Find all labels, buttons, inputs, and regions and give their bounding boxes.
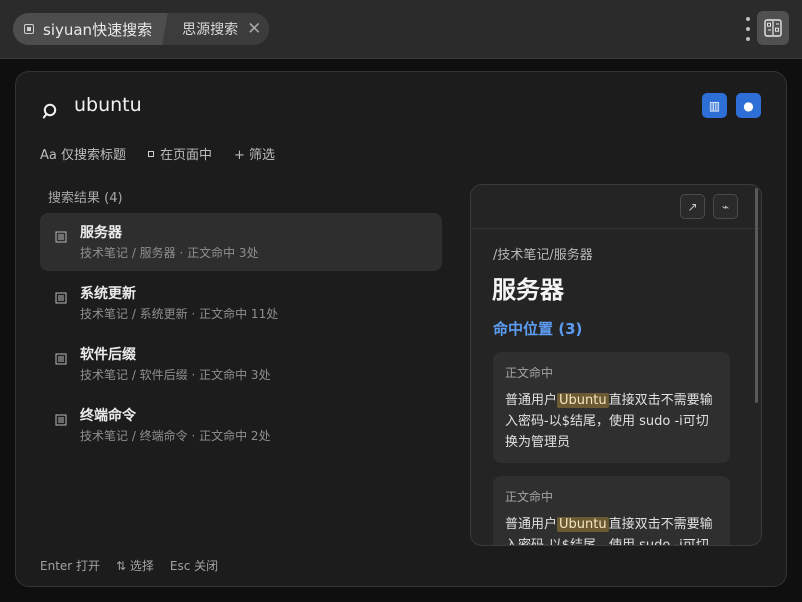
document-icon xyxy=(55,292,67,304)
hit-card[interactable]: 正文命中 普通用户 Ubuntu 直接双击不需要输入密码-以$结尾，使用 sudo … xyxy=(493,352,730,463)
result-item[interactable]: 服务器 技术笔记 / 服务器 · 正文命中 3处 xyxy=(40,213,442,271)
preview-scrollbar[interactable] xyxy=(755,188,758,403)
tab-siyuan-search[interactable]: 思源搜索 ✕ xyxy=(170,13,270,45)
hit-label: 正文命中 xyxy=(505,490,554,504)
highlight: Ubuntu xyxy=(557,393,609,408)
document-icon xyxy=(55,353,67,365)
pin-icon: ⌁ xyxy=(721,199,730,214)
search-panel: ubuntu ▥ ● Aa 仅搜索标题 在页面中 + 筛选 搜索结果 (4) 服… xyxy=(15,71,787,587)
result-path: 技术笔记 / 系统更新 · 正文命中 11处 xyxy=(80,307,279,321)
pin-button[interactable]: ⌁ xyxy=(713,194,738,219)
title-only-toggle[interactable]: Aa 仅搜索标题 xyxy=(40,144,126,163)
keyboard-hints: Enter 打开 ⇅ 选择 Esc 关闭 xyxy=(40,557,218,574)
select-hint: ⇅ 选择 xyxy=(116,559,154,573)
hit-card[interactable]: 正文命中 普通用户 Ubuntu 直接双击不需要输入密码-以$结尾，使用 sudo … xyxy=(493,476,730,546)
title-bar: siyuan快速搜索 思源搜索 ✕ xyxy=(0,0,802,59)
result-title: 软件后缀 xyxy=(80,347,136,363)
result-title: 终端命令 xyxy=(80,408,136,424)
result-item[interactable]: 系统更新 技术笔记 / 系统更新 · 正文命中 11处 xyxy=(40,274,442,332)
more-options-icon[interactable] xyxy=(744,17,752,41)
dot-icon: ● xyxy=(743,98,754,113)
columns-icon xyxy=(764,19,782,37)
document-icon xyxy=(55,231,67,243)
layout-toggle-button[interactable] xyxy=(757,11,789,45)
app-icon xyxy=(24,24,34,34)
enter-hint: Enter 打开 xyxy=(40,559,101,573)
close-icon[interactable]: ✕ xyxy=(247,20,261,38)
open-external-button[interactable]: ↗ xyxy=(680,194,705,219)
grid-icon: ▥ xyxy=(708,98,721,113)
tab-strip: siyuan快速搜索 思源搜索 ✕ xyxy=(13,13,270,45)
preview-title: 服务器 xyxy=(492,276,564,304)
checkbox-icon xyxy=(148,151,154,157)
results-header: 搜索结果 (4) xyxy=(48,191,123,206)
hit-text: 普通用户 Ubuntu 直接双击不需要输入密码-以$结尾，使用 sudo -i可切 xyxy=(505,517,713,546)
search-options: Aa 仅搜索标题 在页面中 + 筛选 xyxy=(40,144,275,163)
preview-toolbar: ↗ ⌁ xyxy=(471,185,761,229)
result-title: 服务器 xyxy=(80,225,122,241)
preview-pane: ↗ ⌁ /技术笔记/服务器 服务器 命中位置 (3) 正文命中 普通用户 Ubun… xyxy=(470,184,762,546)
result-path: 技术笔记 / 终端命令 · 正文命中 2处 xyxy=(80,429,271,443)
in-page-toggle[interactable]: 在页面中 xyxy=(148,144,212,163)
filter-button[interactable]: + 筛选 xyxy=(234,144,275,163)
tab-label: 思源搜索 xyxy=(182,22,239,38)
layout-grid-button[interactable]: ▥ xyxy=(702,93,727,118)
result-path: 技术笔记 / 服务器 · 正文命中 3处 xyxy=(80,246,259,260)
hit-count: 命中位置 (3) xyxy=(493,320,583,338)
document-icon xyxy=(55,414,67,426)
search-icon xyxy=(42,103,57,119)
tab-separator xyxy=(160,13,171,45)
preview-path: /技术笔记/服务器 xyxy=(493,248,593,263)
result-title: 系统更新 xyxy=(80,286,136,302)
highlight: Ubuntu xyxy=(557,517,609,532)
hit-text: 普通用户 Ubuntu 直接双击不需要输入密码-以$结尾，使用 sudo -i可切换… xyxy=(505,393,713,450)
tab-siyuan-quick-search[interactable]: siyuan快速搜索 xyxy=(13,13,161,45)
esc-hint: Esc 关闭 xyxy=(169,559,219,573)
result-item[interactable]: 终端命令 技术笔记 / 终端命令 · 正文命中 2处 xyxy=(40,396,442,454)
tab-label: siyuan快速搜索 xyxy=(43,20,153,39)
search-input[interactable]: ubuntu xyxy=(74,94,142,116)
toggle-dot-button[interactable]: ● xyxy=(736,93,761,118)
hit-label: 正文命中 xyxy=(505,366,554,380)
result-item[interactable]: 软件后缀 技术笔记 / 软件后缀 · 正文命中 3处 xyxy=(40,335,442,393)
result-path: 技术笔记 / 软件后缀 · 正文命中 3处 xyxy=(80,368,271,382)
arrow-up-right-icon: ↗ xyxy=(687,199,698,214)
